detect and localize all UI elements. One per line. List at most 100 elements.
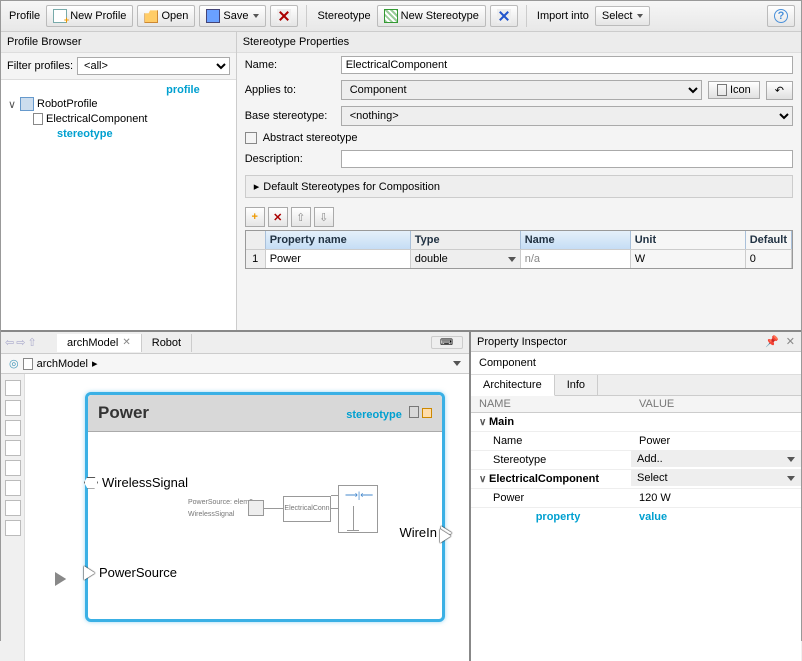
- delete-blue-icon: [497, 9, 511, 23]
- grid-header-type: Type: [411, 231, 521, 249]
- port-tri-icon: [84, 566, 95, 580]
- caret-icon: [787, 476, 795, 481]
- stereotype-icon: [384, 9, 398, 23]
- stereotype-add-select[interactable]: Add..: [631, 451, 801, 467]
- open-button[interactable]: Open: [137, 5, 195, 27]
- cell-default[interactable]: 0: [746, 249, 792, 268]
- caret-icon[interactable]: [453, 361, 461, 366]
- tool-component[interactable]: [5, 420, 21, 436]
- save-button[interactable]: Save: [199, 5, 266, 27]
- abstract-checkbox[interactable]: [245, 132, 257, 144]
- tool-connector[interactable]: [5, 460, 21, 476]
- description-label: Description:: [245, 153, 335, 165]
- close-icon[interactable]: ✕: [122, 337, 130, 348]
- name-input[interactable]: [341, 56, 793, 74]
- root-outport-icon[interactable]: [440, 529, 451, 543]
- category-main[interactable]: ∨Main: [471, 413, 801, 432]
- cell-unit[interactable]: W: [631, 249, 746, 268]
- keyboard-icon[interactable]: ⌨: [431, 336, 463, 349]
- remove-property-button[interactable]: ✕: [268, 207, 288, 227]
- description-input[interactable]: [341, 150, 793, 168]
- triangle-right-icon: ▸: [254, 180, 260, 193]
- import-select-button[interactable]: Select: [595, 6, 651, 26]
- expand-icon[interactable]: ∨: [7, 98, 17, 111]
- nav-back-icon[interactable]: ⇦: [5, 336, 14, 349]
- tab-architecture[interactable]: Architecture: [471, 375, 555, 396]
- target-icon[interactable]: ◎: [9, 357, 19, 370]
- move-down-button[interactable]: ⇩: [314, 207, 334, 227]
- icon-picker-button[interactable]: Icon: [708, 81, 760, 99]
- tool-zoom[interactable]: [5, 400, 21, 416]
- profile-tree[interactable]: profile ∨ RobotProfile ElectricalCompone…: [1, 80, 236, 330]
- grid-header-default: Default: [746, 231, 792, 249]
- nav-fwd-icon[interactable]: ⇨: [16, 336, 25, 349]
- new-profile-icon: [53, 9, 67, 23]
- tool-variant[interactable]: [5, 500, 21, 516]
- applies-to-select[interactable]: Component: [341, 80, 702, 100]
- caret-icon: [253, 14, 259, 18]
- profile-section-label: Profile: [7, 10, 42, 22]
- port-powersource[interactable]: PowerSource: [84, 565, 177, 580]
- help-button[interactable]: ?: [767, 5, 795, 27]
- new-stereotype-button[interactable]: New Stereotype: [377, 5, 486, 27]
- reset-button[interactable]: ↶: [766, 81, 793, 100]
- component-power[interactable]: Power stereotype WirelessSignal WireIn: [85, 392, 445, 622]
- properties-title: Stereotype Properties: [237, 32, 801, 53]
- grid-row[interactable]: 1 Power double n/a W 0: [246, 249, 792, 268]
- main-toolbar: Profile New Profile Open Save Stereotype…: [1, 1, 801, 32]
- chevron-right-icon: ▸: [92, 357, 98, 370]
- open-icon: [144, 9, 158, 23]
- row-name: Name Power: [471, 432, 801, 451]
- nav-up-icon[interactable]: ⇧: [27, 336, 36, 349]
- tree-node-child[interactable]: ElectricalComponent: [7, 112, 230, 126]
- inner-scope-block: ⟶|⟵: [338, 485, 378, 533]
- port-wirelesssignal[interactable]: WirelessSignal: [84, 475, 188, 490]
- tab-info[interactable]: Info: [555, 375, 598, 395]
- ec-select[interactable]: Select: [631, 470, 801, 486]
- property-inspector: Property Inspector 📌 ✕ Component Archite…: [471, 332, 801, 661]
- tool-search[interactable]: [5, 380, 21, 396]
- properties-grid: Property name Type Name Unit Default 1 P…: [245, 230, 793, 269]
- value-name[interactable]: Power: [631, 432, 801, 450]
- breadcrumb-item[interactable]: archModel: [37, 358, 88, 370]
- category-electricalcomponent[interactable]: ∨ElectricalComponent Select: [471, 470, 801, 489]
- cell-propname[interactable]: Power: [266, 249, 411, 268]
- cell-name[interactable]: n/a: [521, 249, 631, 268]
- model-editor: ⇦ ⇨ ⇧ archModel✕ Robot ⌨ ◎ archModel ▸: [1, 332, 471, 661]
- import-label: Import into: [535, 10, 591, 22]
- annotation-row: property value: [471, 508, 801, 526]
- help-icon: ?: [774, 9, 788, 23]
- delete-profile-button[interactable]: [270, 5, 298, 27]
- tool-image[interactable]: [5, 520, 21, 536]
- pin-icon[interactable]: 📌: [765, 336, 779, 348]
- base-stereotype-select[interactable]: <nothing>: [341, 106, 793, 126]
- value-power[interactable]: 120 W: [631, 489, 801, 507]
- filter-profiles-select[interactable]: <all>: [77, 57, 230, 75]
- separator: [526, 5, 527, 27]
- port-hex-icon: [84, 477, 98, 489]
- filter-label: Filter profiles:: [7, 60, 73, 72]
- grid-header-name: Name: [521, 231, 631, 249]
- move-up-button[interactable]: ⇧: [291, 207, 311, 227]
- inspector-component-label: Component: [471, 352, 801, 375]
- cell-type[interactable]: double: [411, 249, 521, 268]
- caret-icon: [787, 457, 795, 462]
- expand-icon[interactable]: ∨: [479, 474, 489, 485]
- new-profile-button[interactable]: New Profile: [46, 5, 133, 27]
- tab-archmodel[interactable]: archModel✕: [57, 334, 142, 352]
- model-canvas[interactable]: Power stereotype WirelessSignal WireIn: [25, 374, 469, 661]
- tab-robot[interactable]: Robot: [142, 334, 192, 352]
- tool-port[interactable]: [5, 440, 21, 456]
- add-property-button[interactable]: +: [245, 207, 265, 227]
- root-inport-icon[interactable]: [55, 572, 69, 586]
- close-icon[interactable]: ✕: [786, 336, 795, 348]
- delete-stereotype-button[interactable]: [490, 5, 518, 27]
- expand-icon[interactable]: ∨: [479, 417, 489, 428]
- annotation-profile: profile: [166, 84, 200, 96]
- tree-node-root[interactable]: ∨ RobotProfile: [7, 96, 230, 112]
- caret-icon: [637, 14, 643, 18]
- col-header-name: NAME: [471, 396, 631, 412]
- annotation-stereotype: stereotype: [57, 128, 113, 140]
- tool-adapter[interactable]: [5, 480, 21, 496]
- default-stereotypes-section[interactable]: ▸ Default Stereotypes for Composition: [245, 175, 793, 198]
